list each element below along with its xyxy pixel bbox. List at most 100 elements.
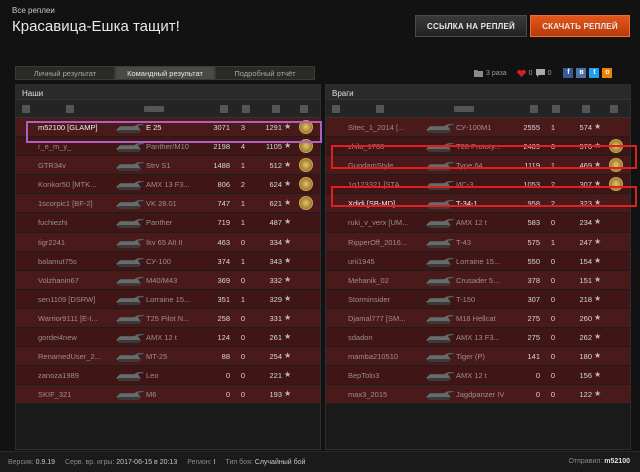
enemies-row[interactable]: ruki_v_verx [UM... AMX 12 t 583 0 234 ★ — [326, 213, 630, 233]
tank-icon[interactable] — [144, 106, 164, 112]
enemies-row[interactable]: sdadon AMX 13 F3... 275 0 262 ★ — [326, 328, 630, 348]
kills-value: 0 — [240, 352, 246, 362]
player-name[interactable]: urii1945 — [348, 257, 423, 266]
allies-row[interactable]: RenamedUser_2... MT-25 88 0 254 ★ — [16, 347, 320, 367]
enemies-row[interactable]: mamba210510 Tiger (P) 141 0 180 ★ — [326, 347, 630, 367]
player-name[interactable]: sdadon — [348, 333, 423, 342]
allies-row[interactable]: balamut75s СУ-100 374 1 343 ★ — [16, 251, 320, 271]
tab-team-result[interactable]: Командный результат — [115, 66, 215, 80]
allies-row[interactable]: Volzhanin67 M40/M43 369 0 332 ★ — [16, 270, 320, 290]
allies-row[interactable]: 1scorpic1 [BF-2] VK 28.01 747 1 621 ★ — [16, 194, 320, 214]
player-icon[interactable] — [376, 105, 384, 113]
allies-row[interactable]: Konkor50 [MTK... AMX 13 F3... 806 2 624 ★ — [16, 175, 320, 195]
player-name[interactable]: RipperOff_2016... — [348, 238, 423, 247]
player-name[interactable]: mamba210510 — [348, 352, 423, 361]
tank-name: AMX 13 F3... — [456, 333, 500, 343]
tank-image-icon — [424, 292, 455, 306]
tank-image-icon — [424, 349, 455, 363]
tank-icon[interactable] — [454, 106, 474, 112]
tank-image-icon — [114, 349, 145, 363]
enemies-row[interactable]: Mehanik_02 Crusader 5... 378 0 151 ★ — [326, 270, 630, 290]
star-icon: ★ — [594, 351, 602, 361]
player-name[interactable]: Konkor50 [MTK... — [38, 180, 113, 189]
medal-badge-icon[interactable] — [299, 158, 313, 173]
player-name[interactable]: r_e_m_y_ — [38, 142, 113, 151]
player-name[interactable]: tigr2241 — [38, 238, 113, 247]
allies-row[interactable]: sen1109 [DSRW] Lorraine 15... 351 1 329 ★ — [16, 289, 320, 309]
twitter-icon[interactable]: t — [589, 68, 600, 78]
allies-row[interactable]: fuchiezhi Panther 719 1 487 ★ — [16, 213, 320, 233]
medal-badge-icon[interactable] — [299, 196, 313, 211]
damage-value: 351 — [217, 294, 230, 304]
enemies-row[interactable]: RipperOff_2016... T-43 575 1 247 ★ — [326, 232, 630, 252]
player-name[interactable]: Warrior9111 [E-I... — [38, 314, 113, 323]
enemies-panel: Враги Sitec_1_2014 [... СУ-100М1 2555 1 574 ★… — [325, 84, 631, 450]
heart-icon[interactable] — [516, 69, 526, 77]
allies-row[interactable]: SKIF_321 M6 0 0 193 ★ — [16, 385, 320, 405]
xp-star-icon[interactable] — [582, 105, 590, 113]
facebook-icon[interactable]: f — [563, 68, 574, 78]
xp-star-icon[interactable] — [272, 105, 280, 113]
player-name[interactable]: ruki_v_verx [UM... — [348, 218, 423, 227]
medal-icon[interactable] — [610, 105, 618, 113]
player-name[interactable]: Storminsider — [348, 295, 423, 304]
player-icon[interactable] — [66, 105, 74, 113]
comment-icon[interactable] — [535, 69, 545, 77]
enemies-row[interactable]: urii1945 Lorraine 15... 550 0 154 ★ — [326, 251, 630, 271]
damage-icon[interactable] — [220, 105, 228, 113]
xp-value: 221 — [269, 371, 282, 381]
medal-badge-icon[interactable] — [299, 177, 313, 192]
xp-value: 1105 — [265, 142, 282, 152]
player-name[interactable]: Volzhanin67 — [38, 276, 113, 285]
player-name[interactable]: 1scorpic1 [BF-2] — [38, 199, 113, 208]
enemies-row[interactable]: max3_2015 Jagdpanzer IV 0 0 122 ★ — [326, 385, 630, 405]
damage-value: 2198 — [213, 142, 230, 152]
allies-row[interactable]: gordei4new AMX 12 t 124 0 261 ★ — [16, 328, 320, 348]
tank-image-icon — [114, 368, 145, 382]
tank-name: M6 — [146, 390, 157, 400]
medal-icon[interactable] — [300, 105, 308, 113]
kills-icon[interactable] — [552, 105, 560, 113]
player-name[interactable]: Mehanik_02 — [348, 276, 423, 285]
vk-icon[interactable]: в — [576, 68, 587, 78]
enemies-row[interactable]: Djamal777 [SM... M18 Hellcat 275 0 260 ★ — [326, 308, 630, 329]
tab-detailed-report[interactable]: Подробный отчёт — [215, 66, 315, 80]
player-name[interactable]: gordei4new — [38, 333, 113, 342]
player-name[interactable]: SKIF_321 — [38, 390, 113, 399]
download-replay-button[interactable]: СКАЧАТЬ РЕПЛЕЙ — [530, 15, 630, 37]
xp-value: 624 — [269, 180, 282, 190]
player-name[interactable]: Sitec_1_2014 [... — [348, 123, 423, 132]
enemies-row[interactable]: Storminsider T-150 307 0 218 ★ — [326, 289, 630, 309]
player-name[interactable]: fuchiezhi — [38, 218, 113, 227]
damage-value: 1488 — [213, 161, 230, 171]
star-icon: ★ — [284, 332, 292, 342]
kills-icon[interactable] — [242, 105, 250, 113]
player-name[interactable]: GTR34v — [38, 161, 113, 170]
replay-link-button[interactable]: ССЫЛКА НА РЕПЛЕЙ — [415, 15, 527, 37]
player-name[interactable]: balamut75s — [38, 257, 113, 266]
player-name[interactable]: BepTolo3 — [348, 371, 423, 380]
enemies-row[interactable]: Sitec_1_2014 [... СУ-100М1 2555 1 574 ★ — [326, 118, 630, 138]
player-row-highlight — [26, 121, 322, 143]
xp-value: 331 — [269, 313, 282, 323]
player-name[interactable]: zanoza1989 — [38, 371, 113, 380]
tab-personal-result[interactable]: Личный результат — [15, 66, 115, 80]
enemies-row[interactable]: BepTolo3 AMX 12 t 0 0 156 ★ — [326, 366, 630, 386]
allies-row[interactable]: tigr2241 Ikv 65 Alt II 463 0 334 ★ — [16, 232, 320, 252]
player-name[interactable]: sen1109 [DSRW] — [38, 295, 113, 304]
odnoklassniki-icon[interactable]: о — [602, 68, 613, 78]
player-name[interactable]: RenamedUser_2... — [38, 352, 113, 361]
allies-row[interactable]: Warrior9111 [E-I... T25 Pilot N... 258 0 331… — [16, 308, 320, 329]
breadcrumb[interactable]: Все реплеи — [12, 6, 55, 15]
tank-name: Crusader 5... — [456, 275, 500, 285]
kills-value: 0 — [240, 313, 246, 323]
damage-icon[interactable] — [530, 105, 538, 113]
allies-row[interactable]: zanoza1989 Leo 0 0 221 ★ — [16, 366, 320, 386]
tank-name: T-150 — [456, 294, 476, 304]
replay-stats: 3 раза 0 0 f в t о — [474, 68, 613, 78]
player-name[interactable]: max3_2015 — [348, 390, 423, 399]
allies-row[interactable]: GTR34v Strv S1 1488 1 512 ★ — [16, 156, 320, 176]
star-icon: ★ — [284, 274, 292, 284]
tank-name: M40/M43 — [146, 275, 178, 285]
player-name[interactable]: Djamal777 [SM... — [348, 314, 423, 323]
